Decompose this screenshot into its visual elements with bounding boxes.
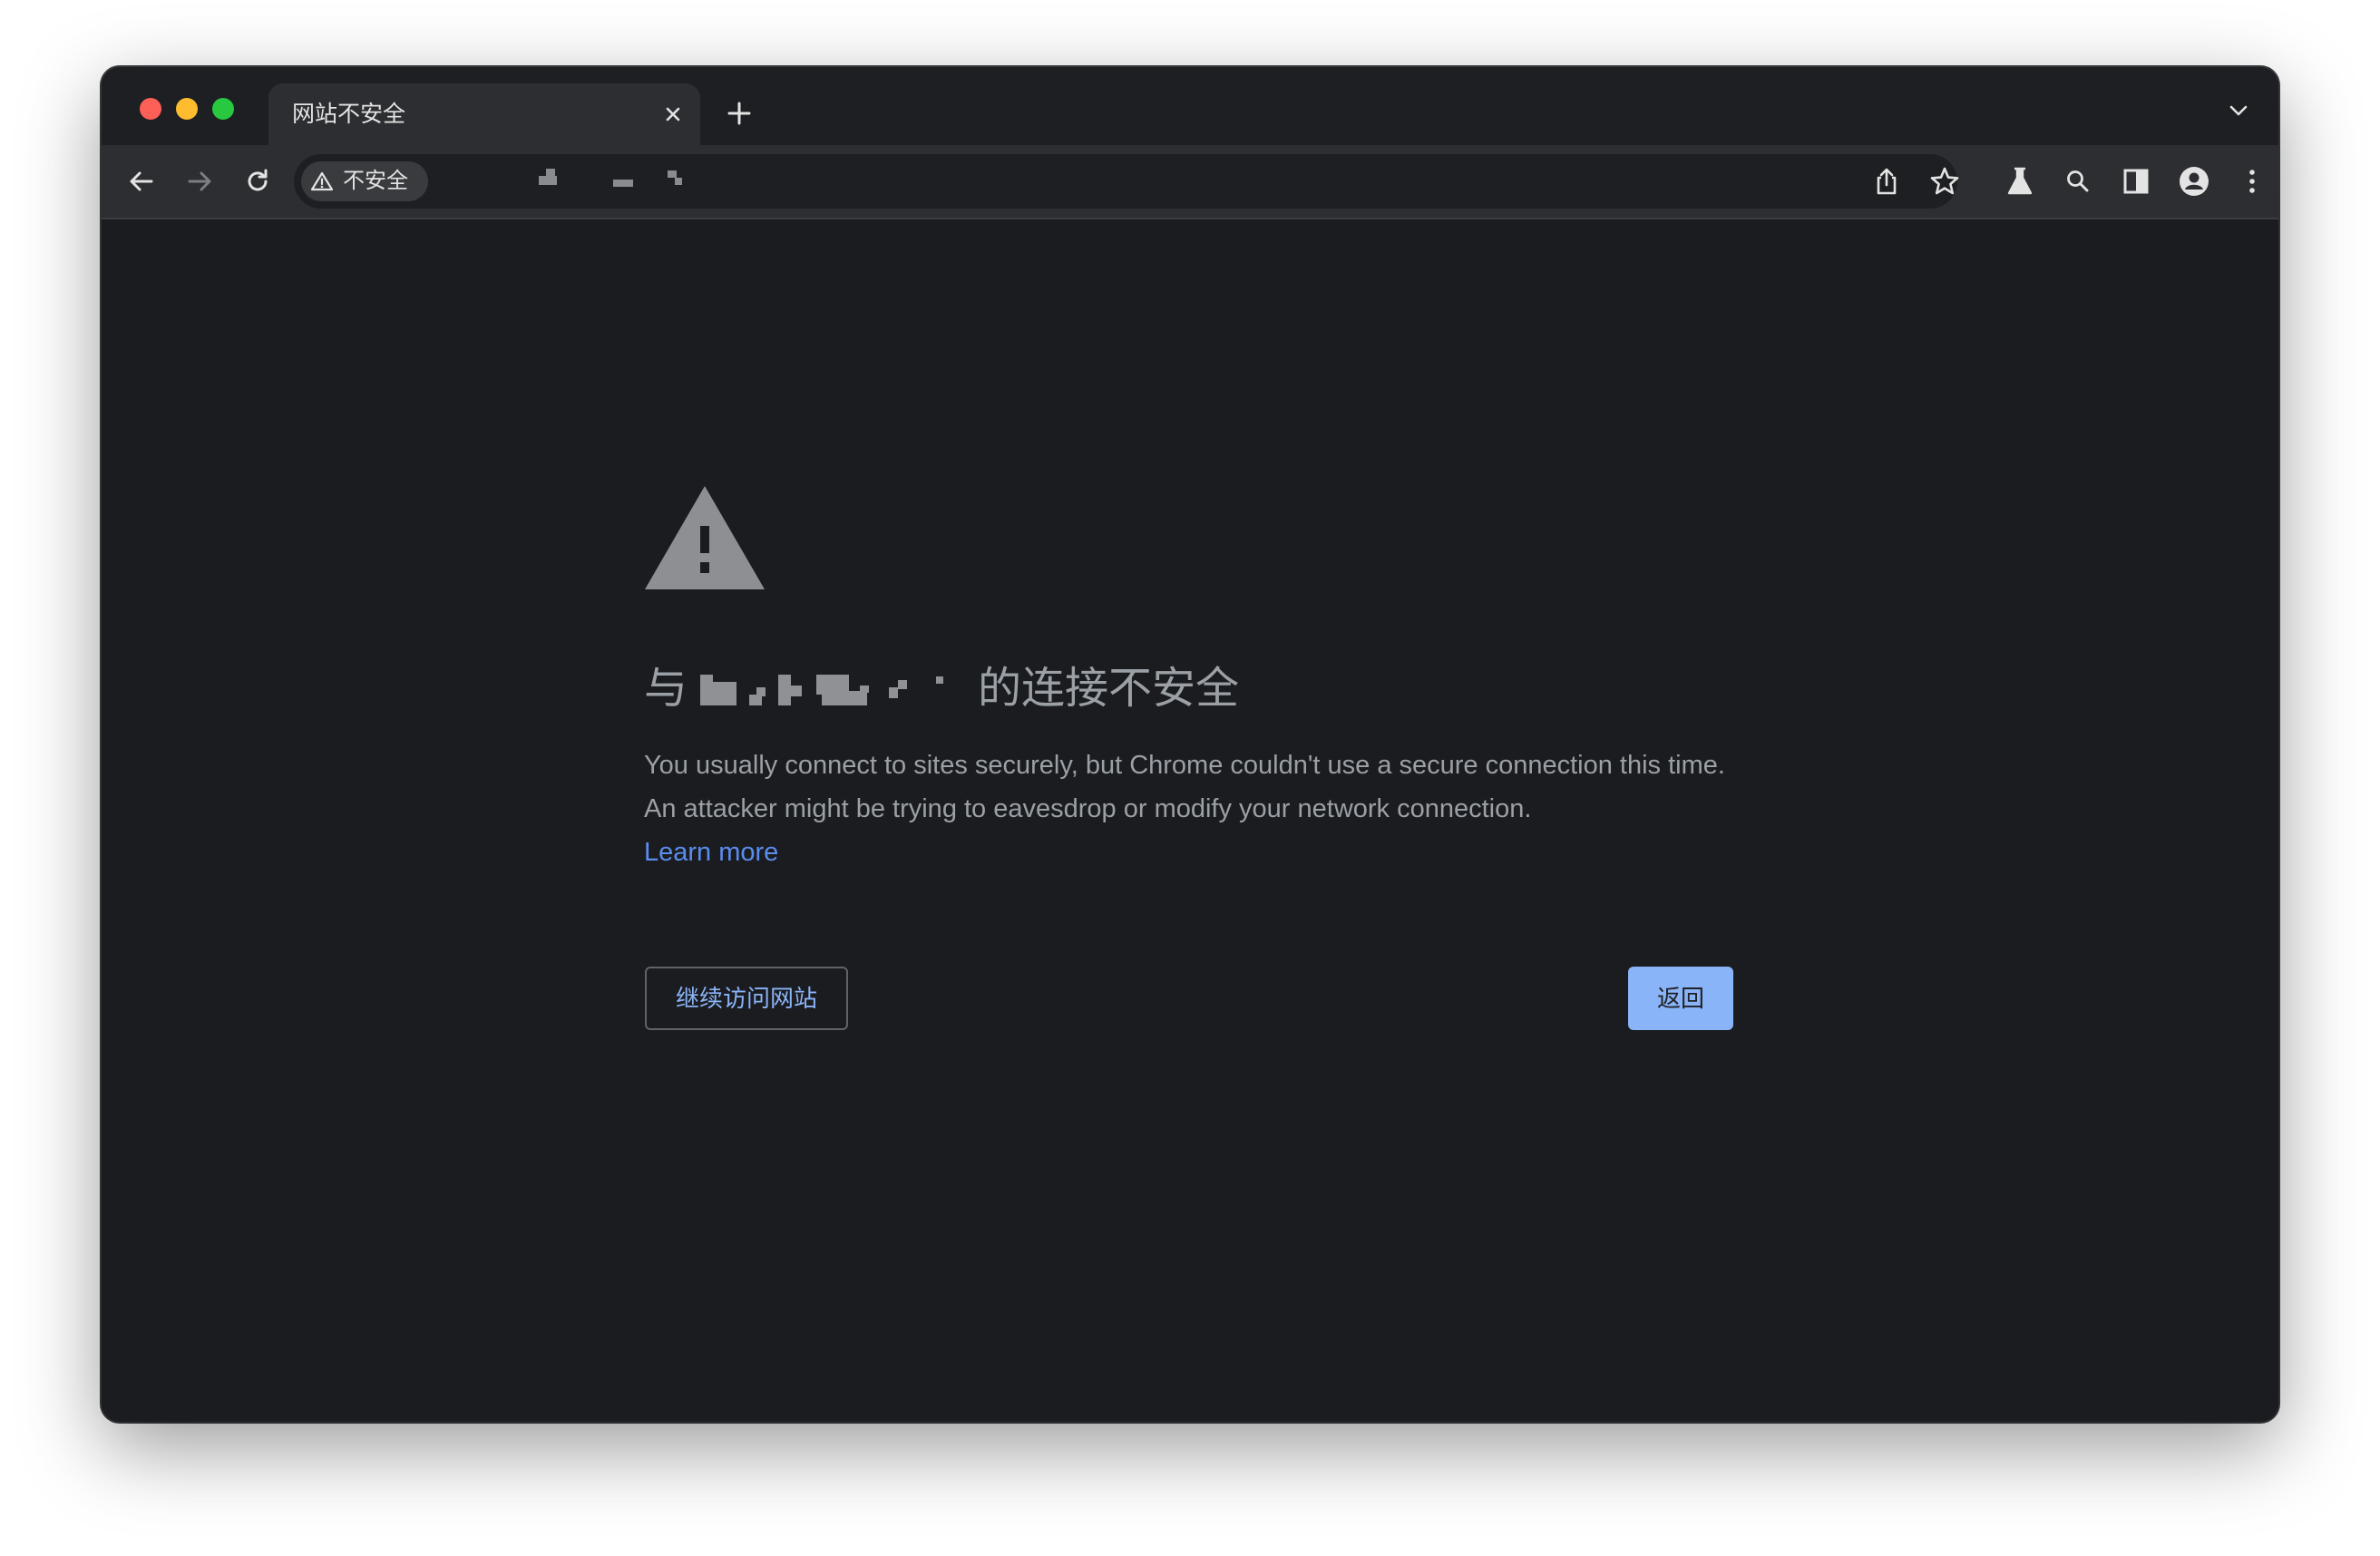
browser-window: 网站不安全 不安全 与 的连接不安全 You usually connect t… xyxy=(102,67,2278,1422)
plus-icon[interactable] xyxy=(726,100,753,127)
back-button[interactable]: 返回 xyxy=(1628,967,1733,1030)
heading-suffix: 的连接不安全 xyxy=(978,665,1240,713)
zoom-window-button[interactable] xyxy=(212,98,234,120)
arrow-left-icon[interactable] xyxy=(125,165,158,198)
arrow-right-icon[interactable] xyxy=(183,165,216,198)
security-chip-label: 不安全 xyxy=(343,169,408,193)
flask-icon[interactable] xyxy=(2004,165,2036,198)
address-bar[interactable]: 不安全 xyxy=(294,154,1959,209)
side-panel-icon[interactable] xyxy=(2120,165,2152,198)
security-chip[interactable]: 不安全 xyxy=(301,161,428,201)
warning-icon xyxy=(310,170,334,192)
minimize-window-button[interactable] xyxy=(176,98,198,120)
star-icon[interactable] xyxy=(1928,165,1961,198)
close-icon[interactable] xyxy=(660,102,686,127)
warning-triangle-icon xyxy=(644,484,766,591)
share-icon[interactable] xyxy=(1870,165,1903,198)
search-icon[interactable] xyxy=(2062,165,2094,198)
proceed-button[interactable]: 继续访问网站 xyxy=(645,967,848,1030)
page-heading: 与 的连接不安全 xyxy=(644,664,1823,724)
heading-prefix: 与 xyxy=(644,665,688,713)
learn-more-link[interactable]: Learn more xyxy=(644,831,778,874)
reload-icon[interactable] xyxy=(241,165,274,198)
tab-active[interactable]: 网站不安全 xyxy=(268,83,700,145)
tab-title: 网站不安全 xyxy=(292,102,406,127)
page-description: You usually connect to sites securely, b… xyxy=(644,751,1725,823)
interstitial-page: 与 的连接不安全 You usually connect to sites se… xyxy=(102,219,2278,1422)
menu-dots-icon[interactable] xyxy=(2236,165,2268,198)
close-window-button[interactable] xyxy=(140,98,161,120)
profile-icon[interactable] xyxy=(2178,165,2210,198)
chevron-down-icon[interactable] xyxy=(2228,102,2249,120)
toolbar: 不安全 xyxy=(102,145,2278,218)
tab-strip: 网站不安全 xyxy=(102,67,2278,145)
